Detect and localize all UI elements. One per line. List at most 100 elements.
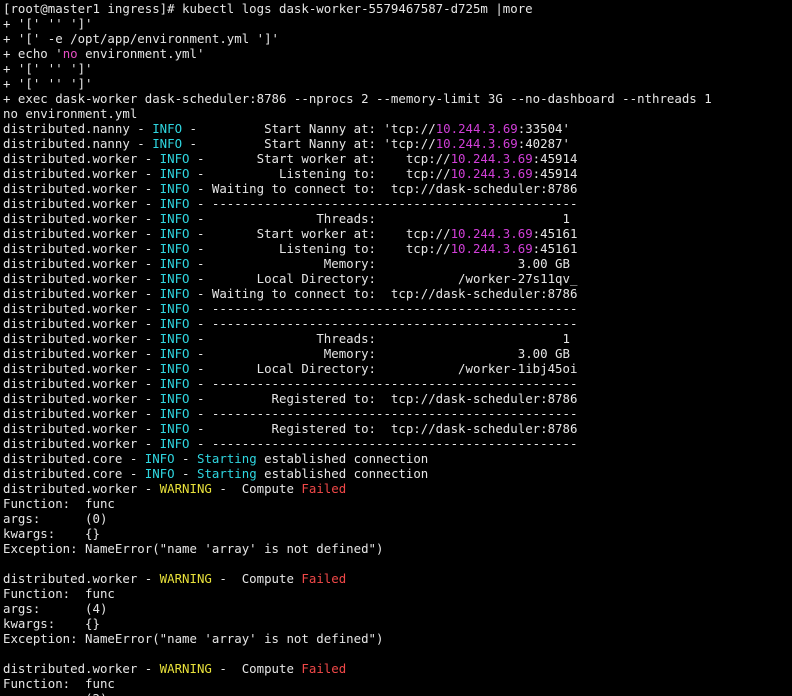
terminal-text-segment: - Threads: 1 [189, 211, 570, 226]
terminal-text-segment: INFO [159, 346, 190, 361]
terminal-line: + '[' -e /opt/app/environment.yml ']' [3, 31, 792, 46]
terminal-text-segment: + echo ' [3, 46, 63, 61]
terminal-text-segment: INFO [159, 301, 190, 316]
terminal-text-segment: distributed.worker - [3, 661, 160, 676]
terminal-text-segment: distributed.worker - [3, 406, 160, 421]
terminal-text-segment: Exception: NameError("name 'array' is no… [3, 541, 384, 556]
terminal-text-segment: distributed.worker - [3, 436, 160, 451]
terminal-text-segment: args: (4) [3, 601, 108, 616]
terminal-line: distributed.worker - WARNING - Compute F… [3, 661, 792, 676]
terminal-text-segment: distributed.worker - [3, 301, 160, 316]
terminal-text-segment: INFO [159, 391, 190, 406]
terminal-line: Function: func [3, 496, 792, 511]
terminal-text-segment: args: (0) [3, 511, 108, 526]
terminal-line: distributed.worker - INFO - ------------… [3, 316, 792, 331]
terminal-text-segment: Starting [196, 466, 257, 481]
terminal-text-segment: INFO [159, 226, 190, 241]
terminal-text-segment: distributed.worker - [3, 331, 160, 346]
terminal-text-segment: :45914 [532, 151, 578, 166]
terminal-text-segment: :45161 [532, 241, 578, 256]
terminal-text-segment: distributed.worker - [3, 181, 160, 196]
terminal-line: Function: func [3, 676, 792, 691]
terminal-text-segment: distributed.worker - [3, 256, 160, 271]
terminal-text-segment: + '[' '' ']' [3, 61, 93, 76]
terminal-text-segment: environment.yml' [77, 46, 205, 61]
terminal-text-segment: - Listening to: tcp:// [189, 166, 451, 181]
terminal-text-segment: INFO [159, 286, 190, 301]
terminal-text-segment: distributed.worker - [3, 226, 160, 241]
terminal-text-segment: args: (2) [3, 691, 107, 696]
terminal-text-segment: - Waiting to connect to: tcp://dask-sche… [189, 181, 578, 196]
terminal-text-segment: :33504' [517, 121, 570, 136]
terminal-text-segment: + '[' -e /opt/app/environment.yml ']' [3, 31, 280, 46]
terminal-line: + echo 'no environment.yml' [3, 46, 792, 61]
terminal-text-segment: - Start Nanny at: 'tcp:// [182, 121, 436, 136]
terminal-text-segment: 10.244.3.69 [450, 151, 533, 166]
terminal-text-segment: - Start worker at: tcp:// [189, 151, 451, 166]
terminal-text-segment: INFO [159, 376, 190, 391]
terminal-text-segment: 10.244.3.69 [435, 121, 518, 136]
terminal-text-segment: distributed.worker - [3, 151, 160, 166]
terminal-line: distributed.nanny - INFO - Start Nanny a… [3, 121, 792, 136]
terminal-text-segment: WARNING [159, 571, 212, 586]
terminal-line: distributed.core - INFO - Starting estab… [3, 466, 792, 481]
terminal-text-segment: distributed.worker - [3, 361, 160, 376]
terminal-text-segment: - [174, 466, 197, 481]
terminal-text-segment: INFO [144, 466, 175, 481]
terminal-text-segment: kwargs: {} [3, 526, 100, 541]
terminal-line: distributed.worker - INFO - Listening to… [3, 241, 792, 256]
terminal-line: distributed.worker - INFO - Registered t… [3, 391, 792, 406]
terminal-text-segment: + '[' '' ']' [3, 16, 93, 31]
terminal-line: distributed.worker - WARNING - Compute F… [3, 481, 792, 496]
terminal-text-segment: Function: func [3, 676, 115, 691]
terminal-text-segment: 10.244.3.69 [450, 166, 533, 181]
terminal-text-segment: - --------------------------------------… [189, 316, 578, 331]
terminal-line: distributed.nanny - INFO - Start Nanny a… [3, 136, 792, 151]
terminal-text-segment: - Memory: 3.00 GB [189, 346, 570, 361]
terminal-text-segment: INFO [159, 196, 190, 211]
terminal-line: distributed.worker - INFO - ------------… [3, 196, 792, 211]
terminal-line: distributed.worker - INFO - Local Direct… [3, 271, 792, 286]
terminal-text-segment: WARNING [159, 481, 212, 496]
terminal-text-segment: distributed.nanny - [3, 136, 153, 151]
terminal-text-segment: kwargs: {} [3, 616, 100, 631]
terminal-line: distributed.worker - INFO - Start worker… [3, 226, 792, 241]
terminal-text-segment: INFO [159, 256, 190, 271]
terminal-text-segment: - --------------------------------------… [189, 376, 578, 391]
terminal-text-segment: 10.244.3.69 [450, 241, 533, 256]
terminal-output[interactable]: [root@master1 ingress]# kubectl logs das… [0, 0, 792, 696]
terminal-text-segment: INFO [159, 316, 190, 331]
terminal-text-segment: distributed.core - [3, 451, 145, 466]
terminal-line: distributed.worker - INFO - Start worker… [3, 151, 792, 166]
terminal-text-segment: - [174, 451, 197, 466]
terminal-text-segment: - Local Directory: /worker-27s11qv_ [189, 271, 578, 286]
terminal-text-segment: INFO [159, 271, 190, 286]
terminal-line: distributed.worker - INFO - ------------… [3, 376, 792, 391]
terminal-text-segment: distributed.worker - [3, 481, 160, 496]
terminal-text-segment: Function: func [3, 496, 115, 511]
terminal-text-segment: 10.244.3.69 [450, 226, 533, 241]
terminal-text-segment: + '[' '' ']' [3, 76, 93, 91]
terminal-text-segment: distributed.worker - [3, 196, 160, 211]
terminal-text-segment: INFO [144, 451, 175, 466]
terminal-line: args: (4) [3, 601, 792, 616]
terminal-line: distributed.core - INFO - Starting estab… [3, 451, 792, 466]
terminal-text-segment: distributed.worker - [3, 241, 160, 256]
terminal-line: + '[' '' ']' [3, 61, 792, 76]
terminal-line: + '[' '' ']' [3, 16, 792, 31]
terminal-text-segment: Exception: NameError("name 'array' is no… [3, 631, 384, 646]
terminal-text-segment: INFO [159, 151, 190, 166]
terminal-text-segment: - Start Nanny at: 'tcp:// [182, 136, 436, 151]
terminal-text-segment: + exec dask-worker dask-scheduler:8786 -… [3, 91, 712, 106]
terminal-text-segment: :45161 [532, 226, 578, 241]
terminal-line: args: (2) [3, 691, 792, 696]
terminal-text-segment: INFO [152, 121, 183, 136]
terminal-text-segment: - Waiting to connect to: tcp://dask-sche… [189, 286, 578, 301]
terminal-text-segment: - Registered to: tcp://dask-scheduler:87… [189, 421, 578, 436]
terminal-text-segment: - Compute [211, 481, 302, 496]
terminal-text-segment: [root@master1 ingress]# kubectl logs das… [3, 1, 533, 16]
terminal-line: distributed.worker - INFO - Registered t… [3, 421, 792, 436]
terminal-text-segment: WARNING [159, 661, 212, 676]
terminal-text-segment: - Compute [211, 661, 302, 676]
